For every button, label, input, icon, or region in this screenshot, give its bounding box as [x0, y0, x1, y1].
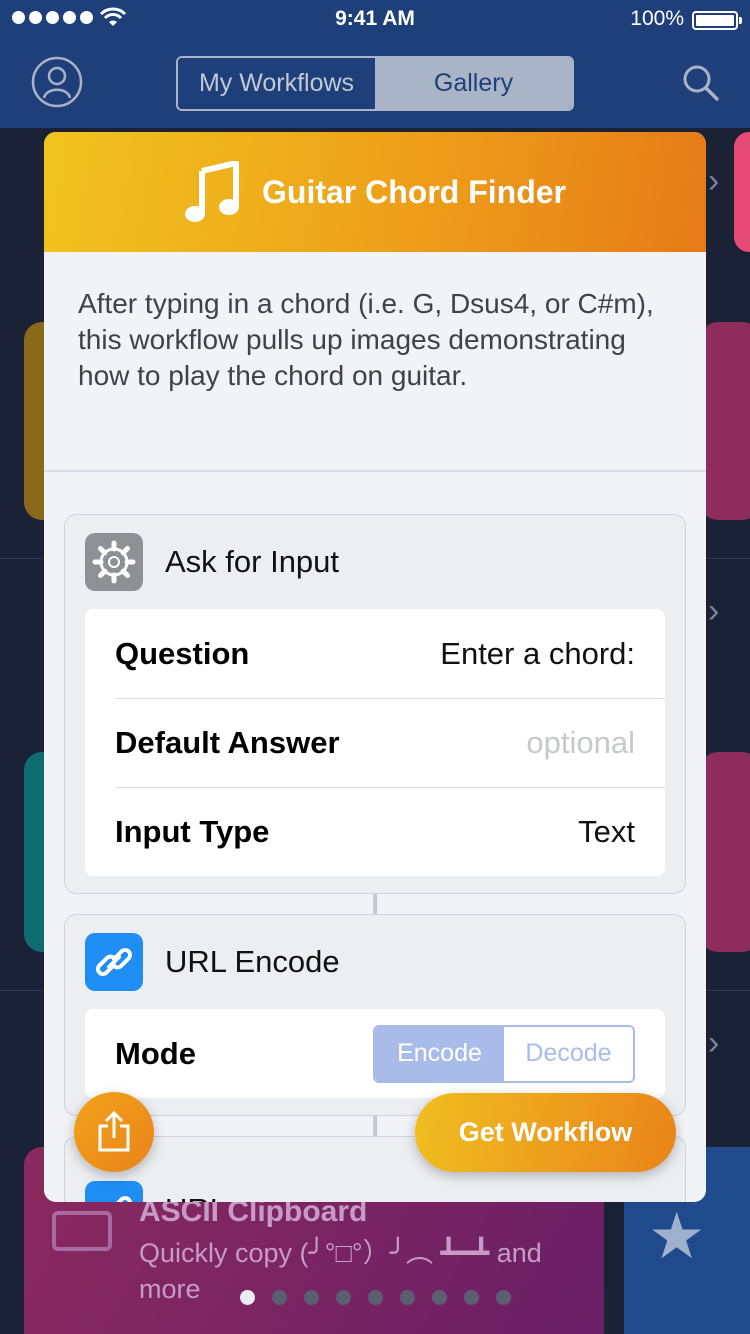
page-dot	[335, 1290, 351, 1305]
question-label: Question	[115, 635, 250, 671]
workflow-segmented-control: My Workflows Gallery	[176, 56, 574, 111]
chevron-right-icon: ›	[708, 1024, 720, 1062]
page-dot	[463, 1290, 479, 1305]
battery-icon	[692, 11, 742, 30]
get-workflow-button[interactable]: Get Workflow	[415, 1093, 676, 1172]
page-dot	[431, 1290, 447, 1305]
page-dot	[271, 1290, 287, 1305]
page-dot	[303, 1290, 319, 1305]
action-name: URL	[165, 1192, 227, 1202]
mode-label: Mode	[115, 1035, 196, 1071]
workflow-title: Guitar Chord Finder	[262, 173, 566, 210]
action-parameters: Mode Encode Decode	[85, 1009, 665, 1098]
page-dot	[367, 1290, 383, 1305]
action-name: URL Encode	[165, 944, 340, 979]
workflow-description: After typing in a chord (i.e. G, Dsus4, …	[44, 252, 706, 472]
page-dot	[239, 1290, 255, 1305]
tab-gallery[interactable]: Gallery	[375, 58, 572, 109]
mode-row: Mode Encode Decode	[85, 1009, 665, 1098]
action-url-encode[interactable]: URL Encode Mode Encode Decode	[64, 914, 686, 1116]
navigation-bar: 9:41 AM 100% My Workflows Gallery	[0, 0, 750, 128]
tab-my-workflows[interactable]: My Workflows	[178, 58, 375, 109]
action-connector	[373, 894, 377, 916]
action-name: Ask for Input	[165, 544, 340, 579]
page-dot	[399, 1290, 415, 1305]
input-type-row[interactable]: Input Type Text	[85, 787, 665, 876]
bg-card-pink-2	[700, 752, 750, 952]
mode-decode-option[interactable]: Decode	[504, 1026, 633, 1081]
bg-card-pink-1	[700, 322, 750, 520]
action-connector	[373, 1116, 377, 1138]
page-indicator[interactable]	[0, 1290, 750, 1305]
music-note-icon	[185, 161, 239, 222]
input-type-value[interactable]: Text	[578, 814, 635, 850]
profile-icon[interactable]	[31, 56, 83, 108]
default-answer-field[interactable]: optional	[526, 725, 635, 761]
chevron-right-icon: ›	[708, 592, 720, 630]
input-type-label: Input Type	[115, 813, 270, 849]
page-dot	[495, 1290, 511, 1305]
question-row[interactable]: Question Enter a chord:	[85, 609, 665, 698]
default-answer-label: Default Answer	[115, 724, 340, 760]
action-parameters: Question Enter a chord: Default Answer o…	[85, 609, 665, 876]
share-button[interactable]	[74, 1092, 154, 1172]
default-answer-row[interactable]: Default Answer optional	[85, 698, 665, 787]
link-icon	[85, 1181, 143, 1202]
chevron-right-icon: ›	[708, 162, 720, 200]
mode-segmented-control: Encode Decode	[373, 1024, 635, 1083]
gear-icon	[85, 533, 143, 591]
share-icon	[98, 1110, 130, 1152]
keyboard-icon	[52, 1211, 112, 1251]
mode-encode-option[interactable]: Encode	[375, 1026, 504, 1081]
bg-card-pink-3	[734, 132, 750, 252]
link-icon	[85, 933, 143, 991]
workflow-detail-card: Guitar Chord Finder After typing in a ch…	[44, 132, 706, 1202]
search-icon[interactable]	[680, 62, 720, 102]
question-value[interactable]: Enter a chord:	[440, 636, 635, 672]
action-header: URL Encode	[65, 915, 685, 1009]
action-header: Ask for Input	[65, 515, 685, 609]
status-bar: 9:41 AM 100%	[0, 0, 750, 40]
action-ask-for-input[interactable]: Ask for Input Question Enter a chord: De…	[64, 514, 686, 894]
star-icon: ★	[648, 1200, 706, 1272]
workflow-header: Guitar Chord Finder	[44, 132, 706, 252]
battery-percent: 100%	[630, 7, 684, 30]
